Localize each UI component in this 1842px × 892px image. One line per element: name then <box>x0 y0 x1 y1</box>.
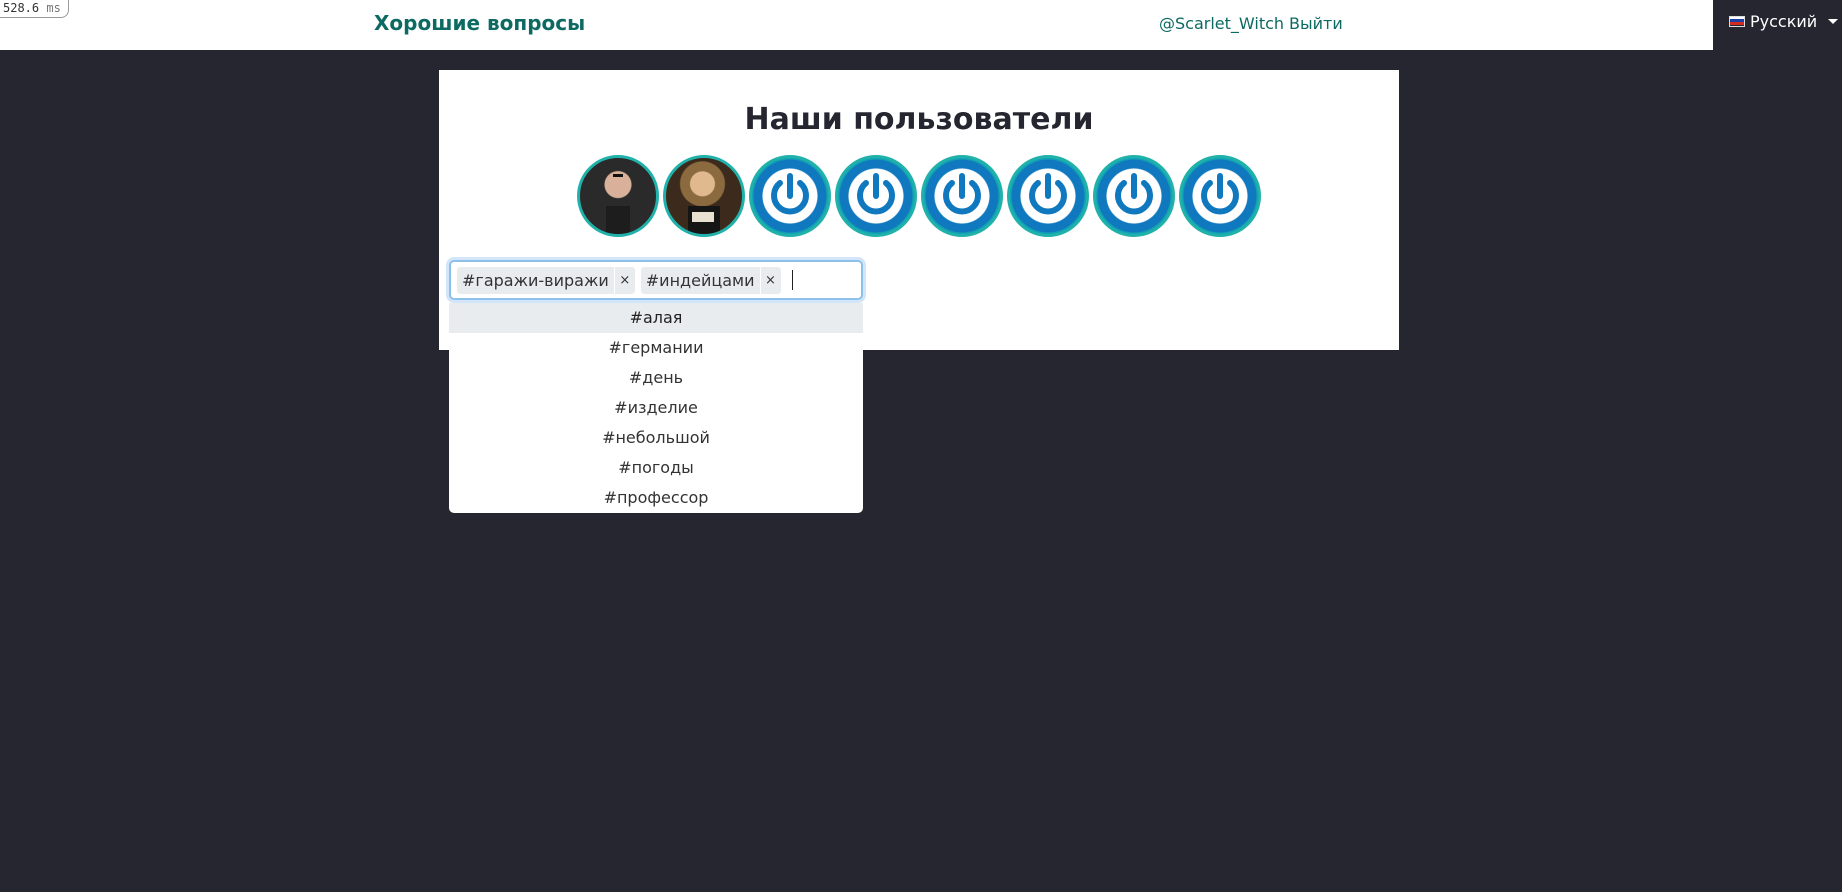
suggestion-item[interactable]: #алая <box>449 303 863 333</box>
suggestion-item[interactable]: #германии <box>449 333 863 363</box>
power-icon <box>1201 173 1239 215</box>
power-icon <box>1115 173 1153 215</box>
user-avatar[interactable] <box>1007 155 1089 237</box>
navbar: Хорошие вопросы @Scarlet_Witch Выйти <box>0 0 1713 50</box>
language-label: Русский <box>1750 11 1818 31</box>
user-avatar[interactable] <box>1093 155 1175 237</box>
power-icon <box>771 173 809 215</box>
suggestion-item[interactable]: #профессор <box>449 483 863 513</box>
suggestion-item[interactable]: #погоды <box>449 453 863 483</box>
tag-chip-label: #индейцами <box>645 270 755 290</box>
user-avatar[interactable] <box>749 155 831 237</box>
tag-chip: #гаражи-виражи × <box>457 266 635 294</box>
suggestion-item[interactable]: #небольшой <box>449 423 863 453</box>
avatar-list <box>577 155 1277 239</box>
power-icon <box>943 173 981 215</box>
render-time-value: 528.6 <box>3 1 40 15</box>
power-icon <box>857 173 895 215</box>
tag-chip-label: #гаражи-виражи <box>462 270 609 290</box>
render-time-unit: ms <box>46 1 61 15</box>
russian-flag-icon <box>1729 15 1745 27</box>
remove-tag-icon[interactable]: × <box>613 266 635 294</box>
suggestion-item[interactable]: #день <box>449 363 863 393</box>
text-cursor <box>791 270 793 290</box>
user-avatar[interactable] <box>1179 155 1261 237</box>
user-avatar[interactable] <box>835 155 917 237</box>
user-avatar[interactable] <box>921 155 1003 237</box>
page-title: Наши пользователи <box>744 102 1094 137</box>
brand-link[interactable]: Хорошие вопросы <box>374 11 585 35</box>
user-profile-link[interactable]: @Scarlet_Witch <box>1159 14 1284 33</box>
logout-link[interactable]: Выйти <box>1289 14 1343 33</box>
tag-suggestions-dropdown: #алая #германии #день #изделие #небольшо… <box>449 303 863 513</box>
user-avatar[interactable] <box>663 155 745 237</box>
language-selector[interactable]: Русский <box>1713 0 1842 50</box>
user-avatar[interactable] <box>577 155 659 237</box>
power-icon <box>1029 173 1067 215</box>
tag-chip: #индейцами × <box>640 266 781 294</box>
render-time-badge: 528.6 ms <box>0 0 69 18</box>
suggestion-item[interactable]: #изделие <box>449 393 863 423</box>
tag-search-input[interactable]: #гаражи-виражи × #индейцами × <box>449 260 863 300</box>
caret-down-icon <box>1828 18 1839 24</box>
remove-tag-icon[interactable]: × <box>759 266 781 294</box>
